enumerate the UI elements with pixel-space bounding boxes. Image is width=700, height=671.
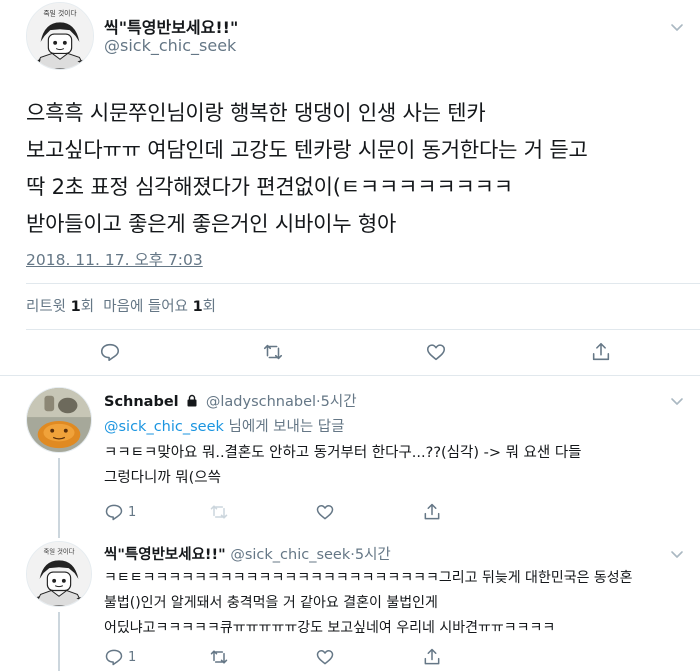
share-button[interactable]: [422, 647, 442, 667]
reply-handle[interactable]: @sick_chic_seek: [230, 547, 350, 563]
main-handle[interactable]: @sick_chic_seek: [104, 36, 236, 55]
share-button[interactable]: [422, 502, 442, 522]
retweet-unit: 회: [80, 299, 95, 315]
retweet-count[interactable]: 1: [71, 299, 81, 315]
reply-count: 1: [128, 504, 137, 520]
share-icon: [592, 342, 610, 361]
like-label: 마음에 들어요: [103, 299, 188, 315]
retweet-button[interactable]: [262, 341, 284, 363]
like-icon: [426, 344, 446, 361]
retweet-button[interactable]: [209, 502, 229, 522]
thread-line: [58, 612, 60, 671]
avatar-caption: 죽일 것이다: [44, 547, 75, 556]
reply-icon: [100, 343, 120, 362]
thread-line: [58, 528, 60, 538]
retweet-icon: [263, 344, 283, 360]
divider: [26, 283, 700, 284]
reply-time[interactable]: ·5시간: [316, 394, 357, 410]
reply-handle[interactable]: @ladyschnabel: [206, 394, 316, 410]
reply-header: Schnabel @ladyschnabel·5시간: [104, 390, 357, 411]
main-tweet-text: 으흑흑 시문쭈인님이랑 행복한 댕댕이 인생 사는 텐카 보고싶다ㅠㅠ 여담인데…: [26, 101, 588, 236]
chevron-down-icon[interactable]: [668, 18, 686, 36]
reply-display-name[interactable]: Schnabel: [104, 394, 179, 410]
like-icon: [316, 505, 334, 520]
reply-button[interactable]: [99, 341, 121, 363]
reply-to-mention[interactable]: @sick_chic_seek: [104, 419, 224, 435]
main-timestamp[interactable]: 2018. 11. 17. 오후 7:03: [26, 248, 203, 270]
like-icon: [316, 650, 334, 665]
share-button[interactable]: [590, 341, 612, 363]
like-button[interactable]: [315, 647, 335, 667]
like-button[interactable]: [315, 502, 335, 522]
reply-text: ㅋㅌㅌㅋㅋㅋㅋㅋㅋㅋㅋㅋㅋㅋㅋㅋㅋㅋㅋㅋㅋㅋㅋㅋㅋㅋ그리고 뒤늦게 대한민국은 …: [104, 570, 633, 636]
retweet-label: 리트윗: [26, 299, 67, 315]
reply-header: 씩"특영반보세요!!" @sick_chic_seek·5시간: [104, 543, 391, 564]
reply-icon: [105, 504, 123, 521]
retweet-icon: [210, 505, 228, 519]
divider: [26, 329, 700, 330]
reply-time[interactable]: ·5시간: [350, 547, 391, 563]
reply-display-name[interactable]: 씩"특영반보세요!!": [104, 547, 226, 563]
reply-to-suffix: 님에게 보내는 답글: [223, 419, 345, 435]
retweet-button[interactable]: [209, 647, 229, 667]
lock-icon: [187, 394, 197, 407]
like-unit: 회: [202, 299, 216, 315]
like-button[interactable]: [425, 341, 447, 363]
share-icon: [424, 648, 440, 665]
reply-button[interactable]: 1: [104, 647, 136, 667]
reply-button[interactable]: 1: [104, 502, 136, 522]
main-tweet-header: 죽일 것이다 씩"특영반보세요!!" @sick_chic_seek: [0, 0, 700, 80]
reply-avatar[interactable]: [26, 387, 92, 453]
main-avatar[interactable]: 죽일 것이다: [26, 2, 94, 70]
thread-line: [58, 458, 60, 528]
reply-text: ㅋㅋㅌㅋ맞아요 뭐..결혼도 안하고 동거부터 한다구...??(심각) -> …: [104, 445, 582, 486]
engagement-stats: 리트윗 1회 마음에 들어요 1회: [26, 295, 216, 316]
reply-count: 1: [128, 649, 137, 665]
reply-to-line: @sick_chic_seek 님에게 보내는 답글: [104, 415, 344, 436]
share-icon: [424, 503, 440, 520]
retweet-icon: [210, 650, 228, 664]
avatar-caption: 죽일 것이다: [43, 9, 77, 18]
chevron-down-icon[interactable]: [668, 545, 686, 563]
reply-icon: [105, 649, 123, 666]
reply-avatar[interactable]: 죽일 것이다: [26, 541, 92, 607]
main-display-name[interactable]: 씩"특영반보세요!!": [104, 14, 238, 38]
divider: [0, 375, 700, 376]
chevron-down-icon[interactable]: [668, 392, 686, 410]
like-count[interactable]: 1: [193, 299, 203, 315]
